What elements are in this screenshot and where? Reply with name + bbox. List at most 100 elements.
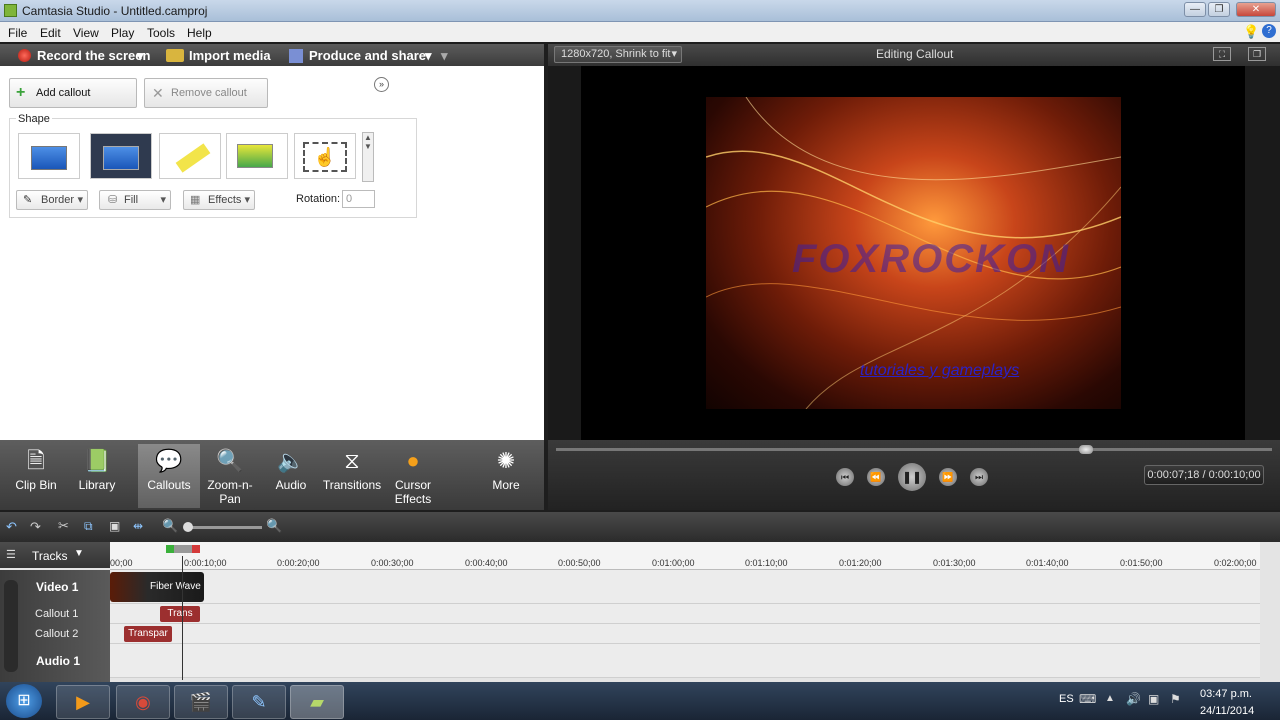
tab-zoom-n-pan[interactable]: 🔍 Zoom-n-Pan: [201, 444, 259, 508]
timeline-ruler[interactable]: 00;00 0:00:10;00 0:00:20;00 0:00:30;00 0…: [110, 542, 1260, 570]
zoom-slider[interactable]: [184, 526, 262, 529]
track-audio-1[interactable]: Audio 1: [36, 654, 80, 668]
close-button[interactable]: ✕: [1236, 2, 1276, 17]
skip-back-icon[interactable]: ⏮: [836, 468, 854, 486]
network-icon[interactable]: ▣: [1148, 692, 1159, 706]
tray-expand-icon[interactable]: ▲: [1105, 693, 1115, 704]
pause-icon[interactable]: ❚❚: [898, 463, 926, 491]
tracks-label[interactable]: Tracks: [32, 549, 68, 563]
maximize-button[interactable]: ❐: [1208, 2, 1230, 17]
playhead-line[interactable]: [182, 556, 183, 680]
seek-handle[interactable]: [1078, 445, 1093, 454]
paste-icon[interactable]: ▣: [109, 519, 120, 533]
playhead-handle[interactable]: [174, 545, 192, 553]
border-dropdown[interactable]: ✎ Border ▾: [16, 190, 88, 210]
menu-view[interactable]: View: [73, 26, 99, 40]
callout1-clip[interactable]: Trans: [160, 606, 200, 622]
menu-help[interactable]: Help: [187, 26, 212, 40]
video-track-row[interactable]: [110, 570, 1260, 604]
record-screen-button[interactable]: Record the screen: [37, 48, 150, 63]
media-player-taskbar-icon[interactable]: ▶: [56, 685, 110, 719]
zoom-out-icon[interactable]: 🔍: [162, 518, 178, 534]
copy-icon[interactable]: ⧉: [84, 519, 93, 534]
track-video-1[interactable]: Video 1: [36, 580, 78, 594]
redo-icon[interactable]: ↷: [30, 519, 41, 535]
chrome-taskbar-icon[interactable]: ◉: [116, 685, 170, 719]
fullscreen-icon[interactable]: ⛶: [1213, 47, 1231, 61]
video-clip[interactable]: Fiber Wave: [110, 572, 204, 602]
seek-track[interactable]: [556, 448, 1272, 451]
callout1-track-row[interactable]: [110, 604, 1260, 624]
keyboard-icon[interactable]: ⌨: [1079, 692, 1096, 706]
preview-size-select[interactable]: 1280x720, Shrink to fit ▾: [554, 46, 682, 63]
start-button[interactable]: ⊞: [6, 684, 42, 718]
rewind-icon[interactable]: ⏪: [867, 468, 885, 486]
tab-library[interactable]: 📗 Library: [68, 444, 126, 508]
undo-icon[interactable]: ↶: [6, 519, 17, 535]
callout2-clip[interactable]: Transpar: [124, 626, 172, 642]
tab-label: More: [492, 478, 520, 492]
clock-date[interactable]: 24/11/2014: [1200, 705, 1254, 717]
menu-tools[interactable]: Tools: [147, 26, 175, 40]
tip-bulb-icon[interactable]: 💡: [1243, 24, 1259, 40]
fast-forward-icon[interactable]: ⏩: [939, 468, 957, 486]
import-media-button[interactable]: Import media: [189, 48, 271, 63]
main-toolbar: Record the screen ▾ Import media Produce…: [0, 44, 544, 66]
produce-share-button[interactable]: Produce and share: [309, 48, 426, 63]
zoom-slider-handle[interactable]: [183, 522, 193, 532]
callout2-track-row[interactable]: [110, 624, 1260, 644]
detach-icon[interactable]: ❐: [1248, 47, 1266, 61]
tab-callouts[interactable]: 💬 Callouts: [138, 444, 200, 508]
camtasia-taskbar-icon[interactable]: ▰: [290, 685, 344, 719]
help-icon[interactable]: ?: [1262, 24, 1276, 38]
menu-play[interactable]: Play: [111, 26, 134, 40]
track-callout-1[interactable]: Callout 1: [35, 608, 78, 620]
selection-end-marker[interactable]: [192, 545, 200, 553]
collapse-icon[interactable]: »: [374, 77, 389, 92]
zoom-in-icon[interactable]: 🔍: [266, 518, 282, 534]
link-callout[interactable]: tutoriales y gameplays: [860, 362, 1019, 380]
editor-taskbar-icon[interactable]: ✎: [232, 685, 286, 719]
tab-transitions[interactable]: ⧖ Transitions: [320, 444, 384, 508]
volume-icon[interactable]: 🔊: [1126, 692, 1141, 706]
shape-scrollbar[interactable]: ▲ ▼: [362, 132, 374, 182]
shape-highlight-thumb[interactable]: [159, 133, 221, 179]
record-dropdown-icon[interactable]: ▾: [137, 48, 144, 64]
chevron-down-icon[interactable]: ▼: [74, 548, 84, 559]
track-callout-2[interactable]: Callout 2: [35, 628, 78, 640]
effects-dropdown[interactable]: ▦ Effects ▾: [183, 190, 255, 210]
shape-rectangle-thumb[interactable]: [18, 133, 80, 179]
minimize-button[interactable]: —: [1184, 2, 1206, 17]
tab-more[interactable]: ✺ More: [472, 444, 540, 508]
menu-edit[interactable]: Edit: [40, 26, 61, 40]
skip-forward-icon[interactable]: ⏭: [970, 468, 988, 486]
tab-cursor-effects[interactable]: ● Cursor Effects: [384, 444, 442, 508]
cut-icon[interactable]: ✂: [58, 518, 69, 534]
tracks-menu-icon[interactable]: ☰: [6, 548, 16, 561]
audio-track-row[interactable]: [110, 644, 1260, 678]
shape-hotspot-thumb[interactable]: ☝: [294, 133, 356, 179]
app-icon: [4, 4, 17, 17]
action-center-icon[interactable]: ⚑: [1170, 692, 1181, 706]
callout2-clip-label: Transpar: [128, 628, 168, 639]
tab-audio[interactable]: 🔈 Audio: [262, 444, 320, 508]
rotation-input[interactable]: 0: [342, 190, 375, 208]
recorder-taskbar-icon[interactable]: 🎬: [174, 685, 228, 719]
shape-rectangle-selected-thumb[interactable]: [90, 133, 152, 179]
selection-start-marker[interactable]: [166, 545, 174, 553]
menu-file[interactable]: File: [8, 26, 27, 40]
clock-time[interactable]: 03:47 p.m.: [1200, 688, 1252, 700]
toolbar-overflow-icon[interactable]: ▾: [441, 48, 448, 64]
video-frame[interactable]: FOXROCKON tutoriales y gameplays: [706, 97, 1121, 409]
fill-dropdown[interactable]: ⛁ Fill ▾: [99, 190, 171, 210]
track-lock-strip[interactable]: [4, 580, 18, 672]
remove-callout-button[interactable]: ✕ Remove callout: [144, 78, 268, 108]
produce-dropdown-icon[interactable]: ▾: [425, 48, 432, 64]
watermark-callout[interactable]: FOXROCKON: [792, 237, 1070, 282]
border-icon: ✎: [23, 194, 33, 206]
split-icon[interactable]: ⇹: [133, 519, 143, 533]
shape-gradient-thumb[interactable]: [226, 133, 288, 179]
add-callout-button[interactable]: + Add callout: [9, 78, 137, 108]
language-indicator[interactable]: ES: [1059, 693, 1074, 705]
tab-clip-bin[interactable]: 🗎 Clip Bin: [6, 444, 66, 508]
